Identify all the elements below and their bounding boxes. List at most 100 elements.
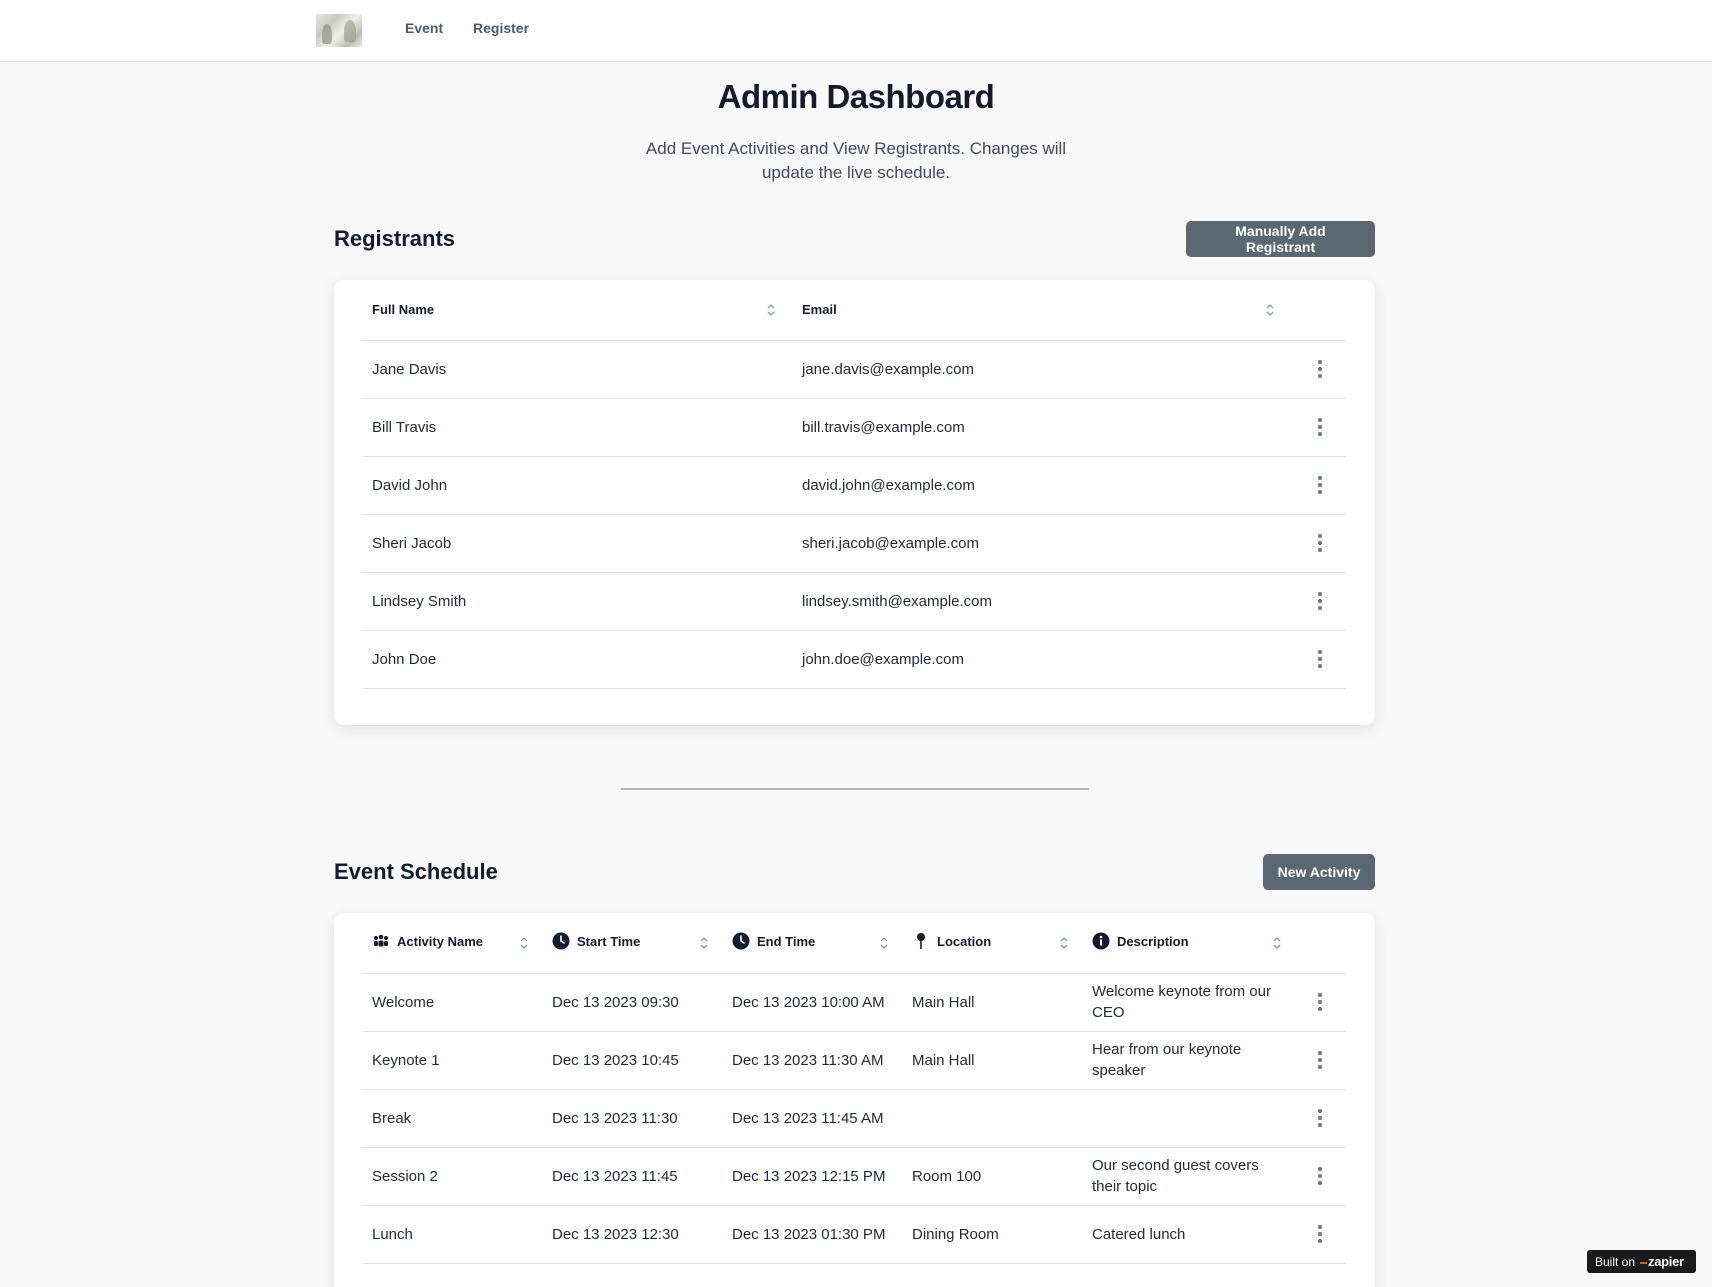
activity-name: Welcome (362, 973, 542, 1032)
sort-icon[interactable] (519, 936, 529, 950)
manually-add-registrant-button[interactable]: Manually Add Registrant (1186, 221, 1375, 257)
row-actions-cell (1295, 973, 1346, 1032)
more-options-icon[interactable] (1318, 534, 1322, 552)
info-icon (1092, 932, 1110, 950)
location: Room 100 (902, 1147, 1082, 1206)
row-actions-cell (1265, 572, 1346, 631)
registrants-card: Full Name Email Jane Davis jane.davis@exa… (334, 280, 1375, 725)
clock-icon (552, 932, 570, 950)
column-header-email[interactable]: Email (792, 280, 1274, 341)
built-on-zapier-badge[interactable]: Built on zapier (1587, 1250, 1696, 1273)
column-header-description[interactable]: Description (1082, 913, 1295, 974)
more-options-icon[interactable] (1318, 360, 1322, 378)
page-title: Admin Dashboard (717, 78, 995, 115)
more-options-icon[interactable] (1318, 1051, 1322, 1069)
more-options-icon[interactable] (1318, 993, 1322, 1011)
table-row[interactable]: Lindsey Smith lindsey.smith@example.com (362, 572, 1346, 631)
badge-prefix: Built on (1595, 1254, 1636, 1269)
location (902, 1089, 1082, 1148)
start-time: Dec 13 2023 10:45 (542, 1031, 722, 1090)
registrant-email: john.doe@example.com (792, 630, 1265, 689)
registrant-name: Bill Travis (362, 398, 792, 457)
start-time: Dec 13 2023 11:30 (542, 1089, 722, 1148)
table-row[interactable]: David John david.john@example.com (362, 456, 1346, 515)
column-header-actions (1265, 280, 1346, 341)
description: Our second guest covers their topic (1082, 1147, 1295, 1206)
sort-icon[interactable] (766, 303, 776, 317)
more-options-icon[interactable] (1318, 592, 1322, 610)
event-schedule-title: Event Schedule (334, 859, 498, 884)
registrants-title: Registrants (334, 226, 456, 251)
new-activity-button[interactable]: New Activity (1263, 854, 1375, 890)
start-time: Dec 13 2023 12:30 (542, 1205, 722, 1264)
sort-icon[interactable] (879, 936, 889, 950)
activity-name: Session 2 (362, 1147, 542, 1206)
location: Main Hall (902, 1031, 1082, 1090)
zapier-logo: zapier (1640, 1254, 1684, 1269)
table-row[interactable]: John Doe john.doe@example.com (362, 630, 1346, 689)
row-actions-cell (1295, 1031, 1346, 1090)
registrant-name: David John (362, 456, 792, 515)
activity-name: Keynote 1 (362, 1031, 542, 1090)
table-row[interactable]: Bill Travis bill.travis@example.com (362, 398, 1346, 457)
table-row[interactable]: Keynote 1 Dec 13 2023 10:45 Dec 13 2023 11… (362, 1031, 1346, 1090)
description: Hear from our keynote speaker (1082, 1031, 1295, 1090)
row-actions-cell (1295, 1147, 1346, 1206)
registrant-email: sheri.jacob@example.com (792, 514, 1265, 573)
registrant-email: david.john@example.com (792, 456, 1265, 515)
row-actions-cell (1265, 514, 1346, 573)
column-header-location[interactable]: Location (902, 913, 1082, 974)
more-options-icon[interactable] (1318, 418, 1322, 436)
column-header-end-time[interactable]: End Time (722, 913, 902, 974)
end-time: Dec 13 2023 10:00 AM (722, 973, 902, 1032)
registrant-email: bill.travis@example.com (792, 398, 1265, 457)
pin-icon (917, 933, 925, 950)
column-header-full-name[interactable]: Full Name (362, 280, 792, 341)
nav-link-register[interactable]: Register (473, 20, 529, 36)
clock-icon (732, 932, 750, 950)
table-row[interactable]: Break Dec 13 2023 11:30 Dec 13 2023 11:45 … (362, 1089, 1346, 1148)
more-options-icon[interactable] (1318, 1109, 1322, 1127)
end-time: Dec 13 2023 01:30 PM (722, 1205, 902, 1264)
section-divider (621, 788, 1089, 790)
registrant-name: Jane Davis (362, 340, 792, 399)
registrant-name: John Doe (362, 630, 792, 689)
sort-icon[interactable] (1272, 936, 1282, 950)
location: Main Hall (902, 973, 1082, 1032)
end-time: Dec 13 2023 12:15 PM (722, 1147, 902, 1206)
table-header-row: Full Name Email (362, 280, 1346, 341)
row-actions-cell (1265, 340, 1346, 399)
column-header-actions (1295, 913, 1346, 974)
table-row[interactable]: Lunch Dec 13 2023 12:30 Dec 13 2023 01:30 … (362, 1205, 1346, 1264)
registrant-name: Lindsey Smith (362, 572, 792, 631)
start-time: Dec 13 2023 09:30 (542, 973, 722, 1032)
end-time: Dec 13 2023 11:30 AM (722, 1031, 902, 1090)
sort-icon[interactable] (1059, 936, 1069, 950)
page-subtitle: Add Event Activities and View Registrant… (645, 139, 1067, 182)
sort-icon[interactable] (699, 936, 709, 950)
location: Dining Room (902, 1205, 1082, 1264)
description (1082, 1089, 1295, 1148)
nav-link-event[interactable]: Event (405, 20, 443, 36)
more-options-icon[interactable] (1318, 476, 1322, 494)
logo-image[interactable] (316, 14, 362, 47)
top-navigation-bar: Event Register (0, 0, 1712, 62)
row-actions-cell (1295, 1205, 1346, 1264)
more-options-icon[interactable] (1318, 1225, 1322, 1243)
description: Welcome keynote from our CEO (1082, 973, 1295, 1032)
table-row[interactable]: Jane Davis jane.davis@example.com (362, 340, 1346, 399)
table-row[interactable]: Welcome Dec 13 2023 09:30 Dec 13 2023 10:0… (362, 973, 1346, 1032)
table-row[interactable]: Session 2 Dec 13 2023 11:45 Dec 13 2023 12… (362, 1147, 1346, 1206)
more-options-icon[interactable] (1318, 1167, 1322, 1185)
start-time: Dec 13 2023 11:45 (542, 1147, 722, 1206)
column-header-start-time[interactable]: Start Time (542, 913, 722, 974)
activity-name: Break (362, 1089, 542, 1148)
end-time: Dec 13 2023 11:45 AM (722, 1089, 902, 1148)
table-row[interactable]: Sheri Jacob sheri.jacob@example.com (362, 514, 1346, 573)
column-header-activity-name[interactable]: Activity Name (362, 913, 542, 974)
row-actions-cell (1265, 456, 1346, 515)
registrant-email: lindsey.smith@example.com (792, 572, 1265, 631)
more-options-icon[interactable] (1318, 650, 1322, 668)
table-header-row: Activity Name Start Time End Time Locati… (362, 913, 1346, 974)
row-actions-cell (1265, 398, 1346, 457)
